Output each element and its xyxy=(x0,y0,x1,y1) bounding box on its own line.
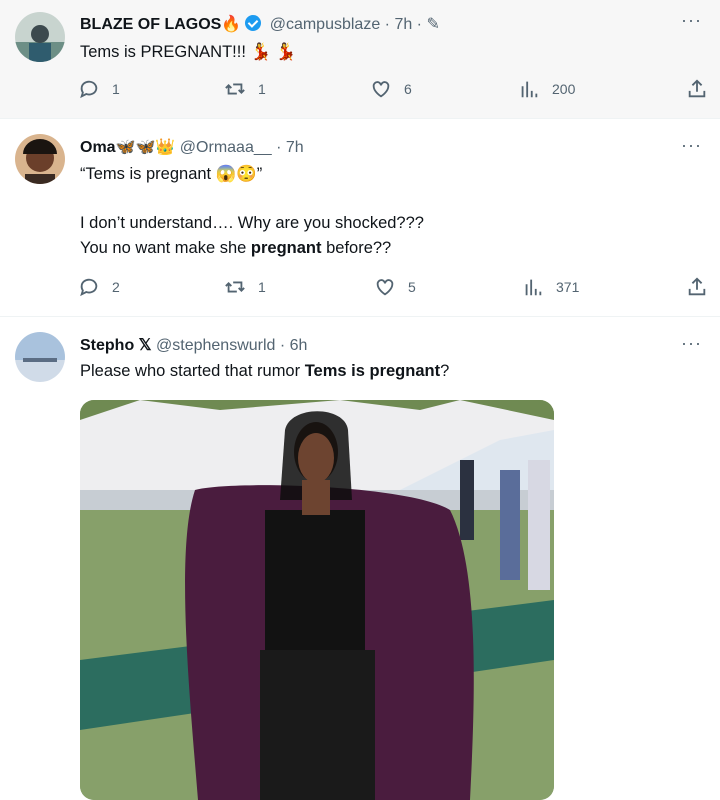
action-bar: 2 1 5 371 xyxy=(78,276,708,300)
share-button[interactable] xyxy=(686,276,720,298)
tweet-header: BLAZE OF LAGOS🔥 @campusblaze · 7h · ✎ xyxy=(80,15,440,33)
like-button[interactable]: 5 xyxy=(374,276,416,298)
tweet-2[interactable]: Oma🦋🦋👑 @Ormaaa__ · 7h ··· “Tems is pregn… xyxy=(0,119,720,317)
retweet-icon xyxy=(225,83,245,95)
tweet-text-line-1: “Tems is pregnant 😱😳” xyxy=(80,165,263,183)
timestamp[interactable]: 6h xyxy=(290,337,308,354)
edit-icon: ✎ xyxy=(426,16,440,33)
tweet-header: Stepho 𝕏 @stephenswurld · 6h xyxy=(80,337,308,354)
tweet-text: Tems is PREGNANT!!! 💃 💃 xyxy=(80,43,297,61)
tweet-text-line-3: You no want make she pregnant before?? xyxy=(80,239,392,257)
name-emoji: 🦋🦋👑 xyxy=(115,139,176,156)
views-icon xyxy=(521,81,538,98)
tweet-3[interactable]: Stepho 𝕏 @stephenswurld · 6h ··· Please … xyxy=(0,317,720,800)
reply-icon xyxy=(80,80,98,99)
handle[interactable]: @stephenswurld xyxy=(156,337,275,354)
retweet-count: 1 xyxy=(258,279,266,295)
reply-count: 1 xyxy=(112,81,120,97)
reply-button[interactable]: 1 xyxy=(78,78,120,100)
retweet-icon xyxy=(225,281,245,293)
display-name[interactable]: Oma xyxy=(80,139,116,156)
heart-icon xyxy=(376,279,394,296)
retweet-button[interactable]: 1 xyxy=(224,78,266,100)
view-count: 200 xyxy=(552,81,576,97)
tweet-header: Oma🦋🦋👑 @Ormaaa__ · 7h xyxy=(80,139,304,156)
display-name[interactable]: Stepho xyxy=(80,337,134,354)
verified-icon xyxy=(245,15,262,31)
timestamp[interactable]: 7h xyxy=(286,139,304,156)
retweet-button[interactable]: 1 xyxy=(224,276,266,298)
more-icon[interactable]: ··· xyxy=(681,135,702,156)
share-icon xyxy=(688,277,706,296)
tweet-photo[interactable] xyxy=(80,400,554,800)
tweet-text-line-2: I don’t understand…. Why are you shocked… xyxy=(80,214,424,232)
retweet-count: 1 xyxy=(258,81,266,97)
tweet-1[interactable]: BLAZE OF LAGOS🔥 @campusblaze · 7h · ✎ ··… xyxy=(0,0,720,119)
views-button[interactable]: 200 xyxy=(518,78,575,100)
like-count: 5 xyxy=(408,279,416,295)
avatar-stepho[interactable] xyxy=(15,332,65,382)
reply-button[interactable]: 2 xyxy=(78,276,120,298)
reply-icon xyxy=(80,278,98,297)
more-icon[interactable]: ··· xyxy=(681,333,702,354)
heart-icon xyxy=(372,81,390,98)
more-icon[interactable]: ··· xyxy=(681,10,702,31)
like-button[interactable]: 6 xyxy=(370,78,412,100)
handle[interactable]: @Ormaaa__ xyxy=(180,139,272,156)
action-bar: 1 1 6 200 xyxy=(78,78,708,102)
avatar-blaze[interactable] xyxy=(15,12,65,62)
reply-count: 2 xyxy=(112,279,120,295)
share-icon xyxy=(688,79,706,98)
views-button[interactable]: 371 xyxy=(522,276,579,298)
timestamp[interactable]: 7h xyxy=(394,16,412,33)
share-button[interactable] xyxy=(686,78,720,100)
x-logo-icon: 𝕏 xyxy=(138,337,152,354)
tweet-text: Please who started that rumor Tems is pr… xyxy=(80,362,450,380)
name-emoji: 🔥 xyxy=(221,16,242,33)
handle[interactable]: @campusblaze xyxy=(270,16,381,33)
display-name[interactable]: BLAZE OF LAGOS xyxy=(80,16,221,33)
view-count: 371 xyxy=(556,279,580,295)
views-icon xyxy=(525,279,542,296)
avatar-oma[interactable] xyxy=(15,134,65,184)
like-count: 6 xyxy=(404,81,412,97)
